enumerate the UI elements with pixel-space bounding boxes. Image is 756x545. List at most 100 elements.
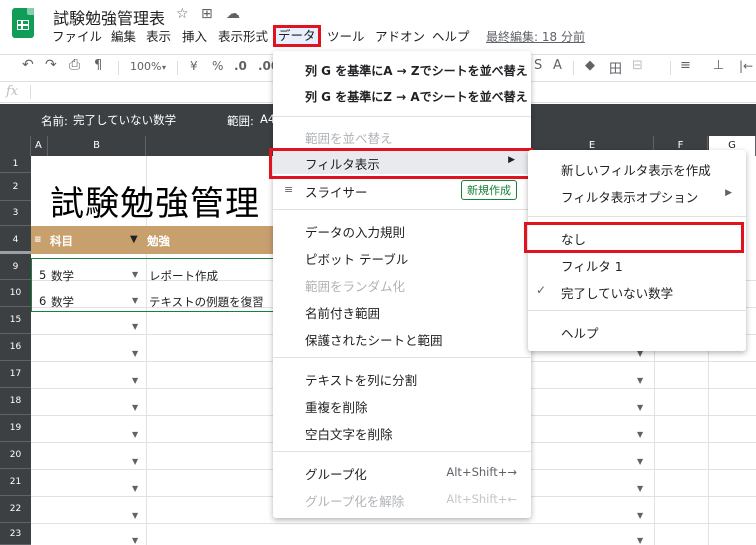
menu-file[interactable]: ファイル (48, 28, 106, 46)
row-header[interactable]: 10 (0, 280, 31, 307)
subject-cell[interactable]: 数学 (51, 268, 74, 284)
borders-icon[interactable]: 田 (609, 58, 622, 77)
star-icon[interactable]: ☆ (176, 6, 189, 22)
submenu-item-filter1[interactable]: フィルタ 1 (528, 252, 746, 276)
row-header[interactable]: 4 (0, 226, 31, 254)
menu-item-sort-a-z[interactable]: 列 G を基準にA → Zでシートを並べ替え (273, 58, 531, 82)
row-header[interactable]: 18 (0, 388, 31, 415)
menu-item-ungroup[interactable]: グループ化を解除 Alt+Shift+← (273, 487, 531, 511)
dropdown-arrow-icon[interactable]: ▼ (637, 430, 643, 439)
row-header[interactable]: 17 (0, 361, 31, 388)
toolbar-divider (670, 61, 671, 75)
menu-edit[interactable]: 編集 (107, 28, 140, 46)
merge-cells-icon[interactable]: ⊟ (632, 58, 643, 73)
last-edit-link[interactable]: 最終編集: 18 分前 (486, 28, 585, 45)
submenu-item-create-new[interactable]: 新しいフィルタ表示を作成 (528, 156, 746, 180)
dropdown-arrow-icon[interactable]: ▼ (132, 511, 138, 520)
menu-insert[interactable]: 挿入 (178, 28, 211, 46)
cloud-status-icon[interactable]: ☁ (226, 6, 240, 22)
horizontal-align-icon[interactable]: ≡ (680, 58, 691, 73)
text-wrap-icon[interactable]: |← (739, 59, 753, 73)
row-header[interactable]: 2 (0, 173, 31, 201)
text-color-icon[interactable]: A (553, 58, 562, 73)
menu-item-group[interactable]: グループ化 Alt+Shift+→ (273, 460, 531, 484)
dropdown-arrow-icon[interactable]: ▼ (637, 457, 643, 466)
task-cell[interactable]: テキストの例題を復習 (149, 294, 264, 310)
menu-item-trim-whitespace[interactable]: 空白文字を削除 (273, 420, 531, 444)
submenu-item-current[interactable]: ✓ 完了していない数学 (528, 279, 746, 303)
menu-item-protected-sheets[interactable]: 保護されたシートと範囲 (273, 326, 531, 350)
dropdown-arrow-icon[interactable]: ▼ (132, 322, 138, 331)
menu-item-data-validation[interactable]: データの入力規則 (273, 218, 531, 242)
zoom-select[interactable]: 100% (130, 60, 161, 73)
select-all-corner[interactable] (0, 136, 31, 156)
menu-item-randomize-range[interactable]: 範囲をランダム化 (273, 272, 531, 296)
subject-cell[interactable]: 数学 (51, 294, 74, 310)
dropdown-arrow-icon[interactable]: ▼ (637, 403, 643, 412)
row-header[interactable]: 19 (0, 415, 31, 442)
dropdown-arrow-icon[interactable]: ▼ (132, 457, 138, 466)
dropdown-arrow-icon[interactable]: ▼ (637, 536, 643, 545)
task-cell[interactable]: レポート作成 (149, 268, 218, 284)
dropdown-arrow-icon[interactable]: ▼ (637, 376, 643, 385)
filter-icon[interactable]: ≡ (34, 235, 42, 245)
dropdown-arrow-icon[interactable]: ▼ (637, 511, 643, 520)
move-folder-icon[interactable]: ⊞ (201, 6, 213, 22)
dropdown-arrow-icon[interactable]: ▼ (132, 349, 138, 358)
row-header[interactable]: 15 (0, 307, 31, 334)
row-header[interactable]: 16 (0, 334, 31, 361)
currency-format-button[interactable]: ¥ (190, 59, 198, 73)
dropdown-arrow-icon[interactable]: ▼ (132, 270, 138, 279)
menu-item-named-ranges[interactable]: 名前付き範囲 (273, 299, 531, 323)
zoom-chevron-down-icon[interactable]: ▾ (162, 63, 166, 72)
row-header[interactable]: 22 (0, 496, 31, 523)
row-header[interactable]: 23 (0, 523, 31, 545)
redo-icon[interactable]: ↷ (45, 57, 57, 73)
active-filter-icon[interactable]: ▼ (130, 234, 138, 245)
dropdown-arrow-icon[interactable]: ▼ (132, 296, 138, 305)
menu-item-slicer[interactable]: ≡ スライサー 新規作成 (273, 178, 531, 202)
menu-item-pivot-table[interactable]: ピボット テーブル (273, 245, 531, 269)
group-label: グループ化 (305, 467, 367, 482)
menu-item-sort-range[interactable]: 範囲を並べ替え (273, 124, 531, 148)
percent-format-button[interactable]: % (212, 59, 223, 73)
menu-format[interactable]: 表示形式 (214, 28, 272, 46)
menu-addons[interactable]: アドオン (371, 28, 429, 46)
strikethrough-icon[interactable]: S (534, 58, 542, 73)
submenu-item-help[interactable]: ヘルプ (528, 319, 746, 343)
menu-item-split-text[interactable]: テキストを列に分割 (273, 366, 531, 390)
row-header[interactable]: 9 (0, 254, 31, 280)
menu-item-sort-z-a[interactable]: 列 G を基準にZ → Aでシートを並べ替え (273, 84, 531, 108)
menu-tools[interactable]: ツール (323, 28, 369, 46)
undo-icon[interactable]: ↶ (22, 57, 34, 73)
vertical-align-icon[interactable]: ⊥ (713, 58, 724, 73)
row-number-cell[interactable]: 5 (39, 268, 46, 282)
row-header[interactable]: 1 (0, 156, 31, 173)
dropdown-arrow-icon[interactable]: ▼ (132, 403, 138, 412)
filter-name-input[interactable]: 完了していない数学 (73, 112, 176, 128)
row-header[interactable]: 20 (0, 442, 31, 469)
dropdown-arrow-icon[interactable]: ▼ (132, 430, 138, 439)
print-icon[interactable]: ⎙ (69, 57, 80, 73)
fill-color-icon[interactable]: ◆ (585, 58, 595, 73)
column-header-a[interactable]: A (31, 136, 48, 156)
dropdown-arrow-icon[interactable]: ▼ (132, 536, 138, 545)
menu-item-remove-duplicates[interactable]: 重複を削除 (273, 393, 531, 417)
row-header[interactable]: 3 (0, 201, 31, 226)
decrease-decimal-button[interactable]: .0 (234, 59, 247, 73)
row-number-cell[interactable]: 6 (39, 294, 46, 308)
column-header-c[interactable] (146, 136, 275, 156)
menu-help[interactable]: ヘルプ (428, 28, 474, 46)
paint-format-icon[interactable]: ¶ (94, 58, 102, 73)
sheets-logo-icon[interactable] (12, 8, 34, 38)
submenu-item-options[interactable]: フィルタ表示オプション ▶ (528, 183, 746, 207)
dropdown-arrow-icon[interactable]: ▼ (132, 484, 138, 493)
dropdown-arrow-icon[interactable]: ▼ (637, 484, 643, 493)
column-header-b[interactable]: B (48, 136, 146, 156)
dropdown-arrow-icon[interactable]: ▼ (132, 376, 138, 385)
row-header[interactable]: 21 (0, 469, 31, 496)
document-title[interactable]: 試験勉強管理表 (53, 5, 165, 29)
menu-data[interactable]: データ (273, 25, 321, 47)
remove-duplicates-label: 重複を削除 (305, 400, 368, 415)
menu-view[interactable]: 表示 (142, 28, 175, 46)
